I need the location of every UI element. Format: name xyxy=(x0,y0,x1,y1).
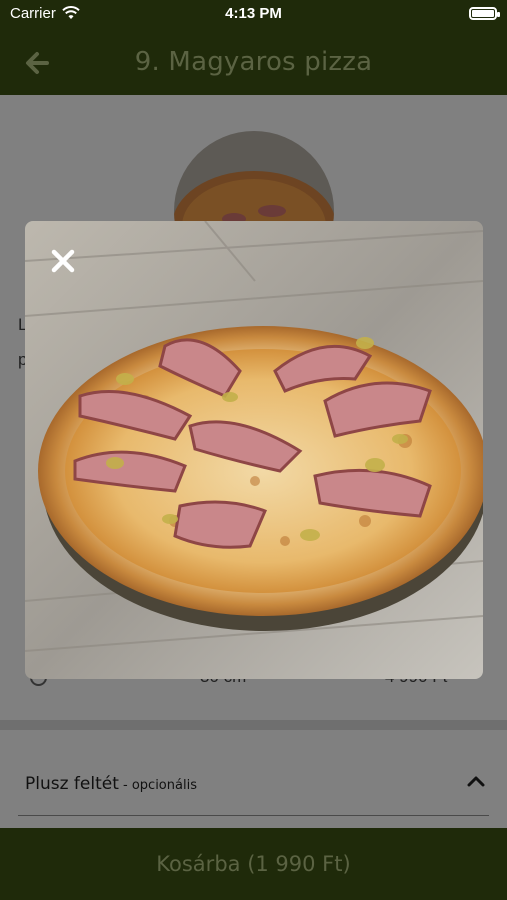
chevron-up-icon[interactable] xyxy=(467,774,485,788)
nav-bar: 9. Magyaros pizza xyxy=(0,28,507,95)
image-modal xyxy=(25,221,483,679)
add-to-cart-button[interactable]: Kosárba (1 990 Ft) xyxy=(0,828,507,900)
pizza-image xyxy=(25,221,483,679)
extras-label: Plusz feltét - opcionális xyxy=(25,774,197,794)
extras-section-header[interactable]: Plusz feltét - opcionális xyxy=(0,760,507,820)
page-title: 9. Magyaros pizza xyxy=(134,47,373,77)
close-icon[interactable] xyxy=(49,247,77,275)
clock: 4:13 PM xyxy=(225,5,282,22)
battery-icon xyxy=(469,7,500,20)
divider xyxy=(18,815,489,816)
cart-button-label: Kosárba (1 990 Ft) xyxy=(156,852,351,876)
extras-optional: - opcionális xyxy=(118,778,197,793)
extras-title: Plusz feltét xyxy=(25,774,119,794)
section-divider xyxy=(0,720,507,730)
status-bar: Carrier 4:13 PM xyxy=(0,0,507,28)
